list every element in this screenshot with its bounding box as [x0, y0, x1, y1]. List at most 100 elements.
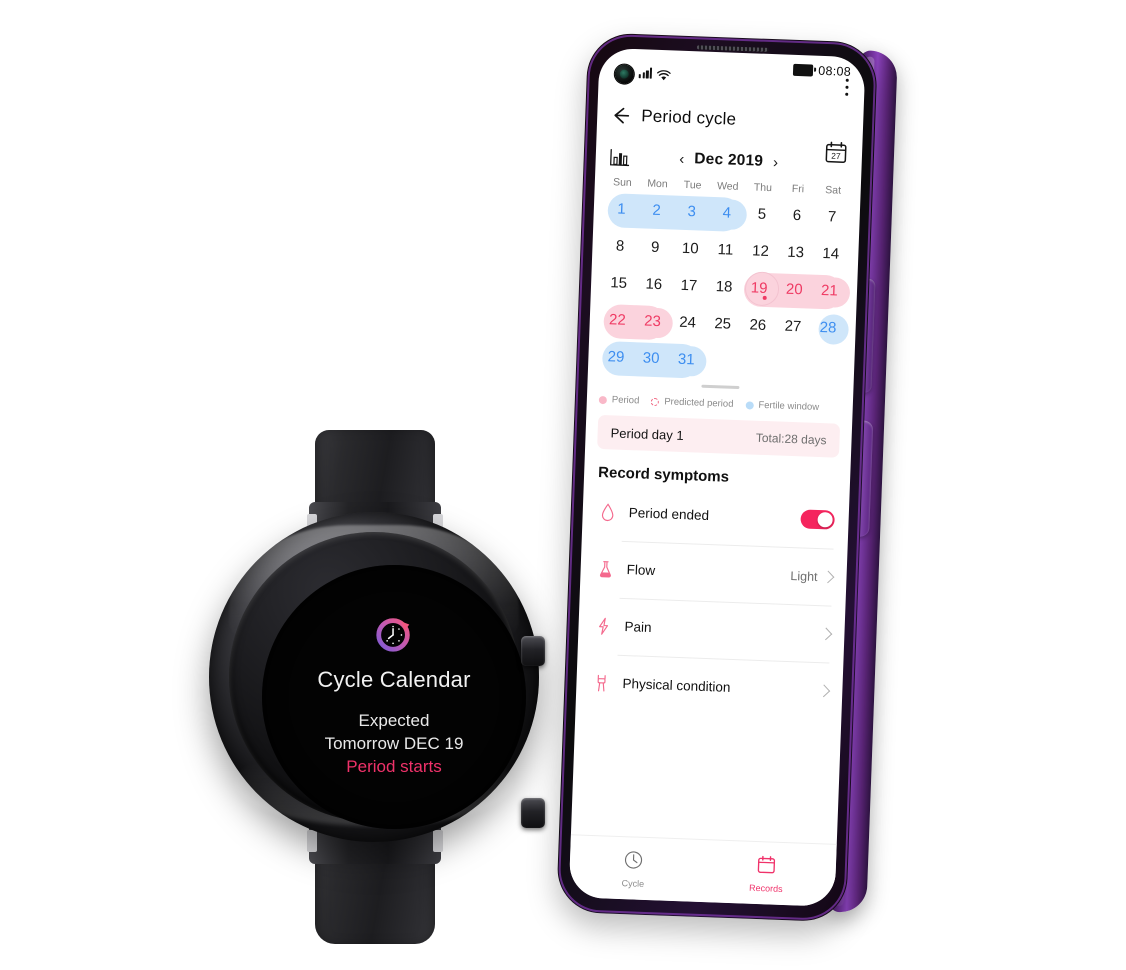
- calendar-day[interactable]: 21: [811, 272, 847, 310]
- nav-item-cycle[interactable]: Cycle: [621, 849, 645, 889]
- calendar-day[interactable]: 9: [637, 228, 673, 266]
- calendar-day[interactable]: 31: [668, 340, 704, 378]
- app-header: Period cycle: [597, 78, 864, 144]
- calendar-day[interactable]: 3: [673, 193, 709, 231]
- calendar-day[interactable]: 10: [672, 230, 708, 268]
- calendar-day[interactable]: 26: [740, 306, 776, 344]
- watch-crown-top-button[interactable]: [521, 636, 545, 666]
- status-right-icons: 08:08: [793, 63, 851, 79]
- weekday-header: Sat: [825, 184, 842, 197]
- calendar-day[interactable]: 5: [744, 195, 780, 233]
- legend-label: Predicted period: [664, 396, 734, 410]
- symptom-label: Pain: [624, 619, 652, 636]
- chevron-right-icon[interactable]: [821, 570, 835, 584]
- scene: Cycle Calendar Expected Tomorrow DEC 19 …: [0, 0, 1126, 970]
- calendar-day[interactable]: 7: [814, 198, 850, 236]
- cycle-total-label: Total:28 days: [755, 430, 827, 448]
- calendar-day[interactable]: 4: [709, 194, 745, 232]
- legend-label: Period: [611, 394, 640, 407]
- calendar-day[interactable]: 2: [638, 191, 674, 229]
- nav-label: Cycle: [621, 877, 645, 889]
- weekday-header: Fri: [791, 182, 805, 196]
- calendar-day[interactable]: 16: [636, 265, 672, 303]
- symptom-row-flow[interactable]: Flow Light: [594, 540, 835, 606]
- calendar-day[interactable]: 6: [779, 196, 815, 234]
- page-title: Period cycle: [640, 106, 737, 129]
- symptom-row-physical-condition[interactable]: Physical condition: [589, 654, 831, 720]
- today-dot: [762, 295, 767, 300]
- weekday-header: Tue: [683, 178, 702, 192]
- smartwatch: Cycle Calendar Expected Tomorrow DEC 19 …: [195, 430, 555, 944]
- battery-icon: [793, 63, 814, 77]
- legend-item-predicted-period: Predicted period: [651, 396, 734, 410]
- symptom-row-pain[interactable]: Pain: [592, 597, 833, 663]
- calendar-day[interactable]: 30: [633, 339, 669, 377]
- calendar-day[interactable]: 22: [599, 301, 635, 339]
- calendar-day[interactable]: 24: [669, 303, 705, 341]
- symptom-label: Flow: [626, 562, 656, 579]
- weekday-header: Wed: [716, 180, 739, 193]
- smartphone: 08:08 Period cycle ‹ Dec 2019 › 27 Sun M…: [550, 22, 923, 939]
- status-left-icons: [638, 67, 672, 81]
- calendar-day: [738, 343, 774, 381]
- back-arrow-icon[interactable]: [609, 104, 632, 127]
- svg-text:27: 27: [831, 151, 841, 161]
- weekday-header: Thu: [753, 181, 773, 195]
- symptom-row-period-ended[interactable]: Period ended: [596, 483, 836, 549]
- calendar-day[interactable]: 20: [776, 270, 812, 308]
- next-month-button[interactable]: ›: [763, 153, 789, 171]
- calendar-day[interactable]: 18: [706, 268, 742, 306]
- symptom-label: Physical condition: [622, 675, 731, 695]
- calendar-day[interactable]: 25: [704, 305, 740, 343]
- calendar-icon: [756, 854, 778, 881]
- solid-pink-dot-icon: [598, 395, 608, 404]
- wifi-icon: [657, 68, 672, 81]
- front-camera-punch-hole: [614, 64, 635, 84]
- period-ended-toggle[interactable]: [800, 509, 835, 530]
- clock-icon: [623, 849, 645, 876]
- calendar-day[interactable]: 12: [742, 232, 778, 270]
- weekday-header: Mon: [647, 177, 668, 191]
- phone-body: 08:08 Period cycle ‹ Dec 2019 › 27 Sun M…: [556, 32, 879, 923]
- prev-month-button[interactable]: ‹: [669, 150, 695, 168]
- calendar: Sun Mon Tue Wed Thu Fri Sat 1 2 3 4 5 6 …: [587, 176, 860, 394]
- symptom-label: Period ended: [628, 505, 710, 524]
- calendar-day[interactable]: 15: [600, 264, 636, 302]
- calendar-day[interactable]: 23: [634, 302, 670, 340]
- calendar-day[interactable]: 11: [707, 231, 743, 269]
- calendar-day: [773, 344, 809, 382]
- calendar-day[interactable]: 29: [598, 338, 634, 376]
- calendar-day[interactable]: 13: [777, 233, 813, 271]
- bar-chart-icon[interactable]: [609, 148, 630, 167]
- calendar-27-icon[interactable]: 27: [824, 140, 849, 165]
- calendar-day: [703, 342, 739, 380]
- lightning-icon: [592, 613, 615, 638]
- calendar-day[interactable]: 28: [810, 309, 846, 347]
- calendar-day[interactable]: 8: [602, 227, 638, 265]
- watch-period-status: Period starts: [346, 756, 442, 776]
- dashed-pink-ring-icon: [651, 397, 660, 406]
- calendar-day[interactable]: 14: [813, 235, 849, 273]
- month-label: Dec 2019: [694, 150, 764, 170]
- calendar-day: [808, 346, 844, 384]
- watch-expected-label: Expected: [358, 711, 430, 730]
- signal-bars-icon: [638, 67, 653, 79]
- period-day-label: Period day 1: [610, 424, 684, 443]
- phone-screen: 08:08 Period cycle ‹ Dec 2019 › 27 Sun M…: [568, 47, 866, 907]
- cycle-clock-icon: [373, 613, 415, 655]
- watch-expected-date: Tomorrow DEC 19: [324, 734, 464, 754]
- more-options-icon[interactable]: [844, 78, 849, 97]
- watch-screen[interactable]: Cycle Calendar Expected Tomorrow DEC 19 …: [262, 565, 526, 829]
- calendar-day[interactable]: 27: [775, 307, 811, 345]
- legend-item-fertile-window: Fertile window: [745, 399, 819, 413]
- watch-crown-bottom-button[interactable]: [521, 798, 545, 828]
- calendar-day[interactable]: 1: [603, 190, 639, 228]
- calendar-week-row: 29 30 31: [598, 338, 845, 384]
- watch-case: Cycle Calendar Expected Tomorrow DEC 19 …: [209, 512, 545, 842]
- legend-label: Fertile window: [758, 399, 820, 413]
- flask-icon: [594, 556, 617, 581]
- nav-item-records[interactable]: Records: [749, 853, 784, 893]
- calendar-day[interactable]: 17: [671, 267, 707, 305]
- nav-label: Records: [748, 882, 783, 894]
- flow-value: Light: [790, 568, 818, 584]
